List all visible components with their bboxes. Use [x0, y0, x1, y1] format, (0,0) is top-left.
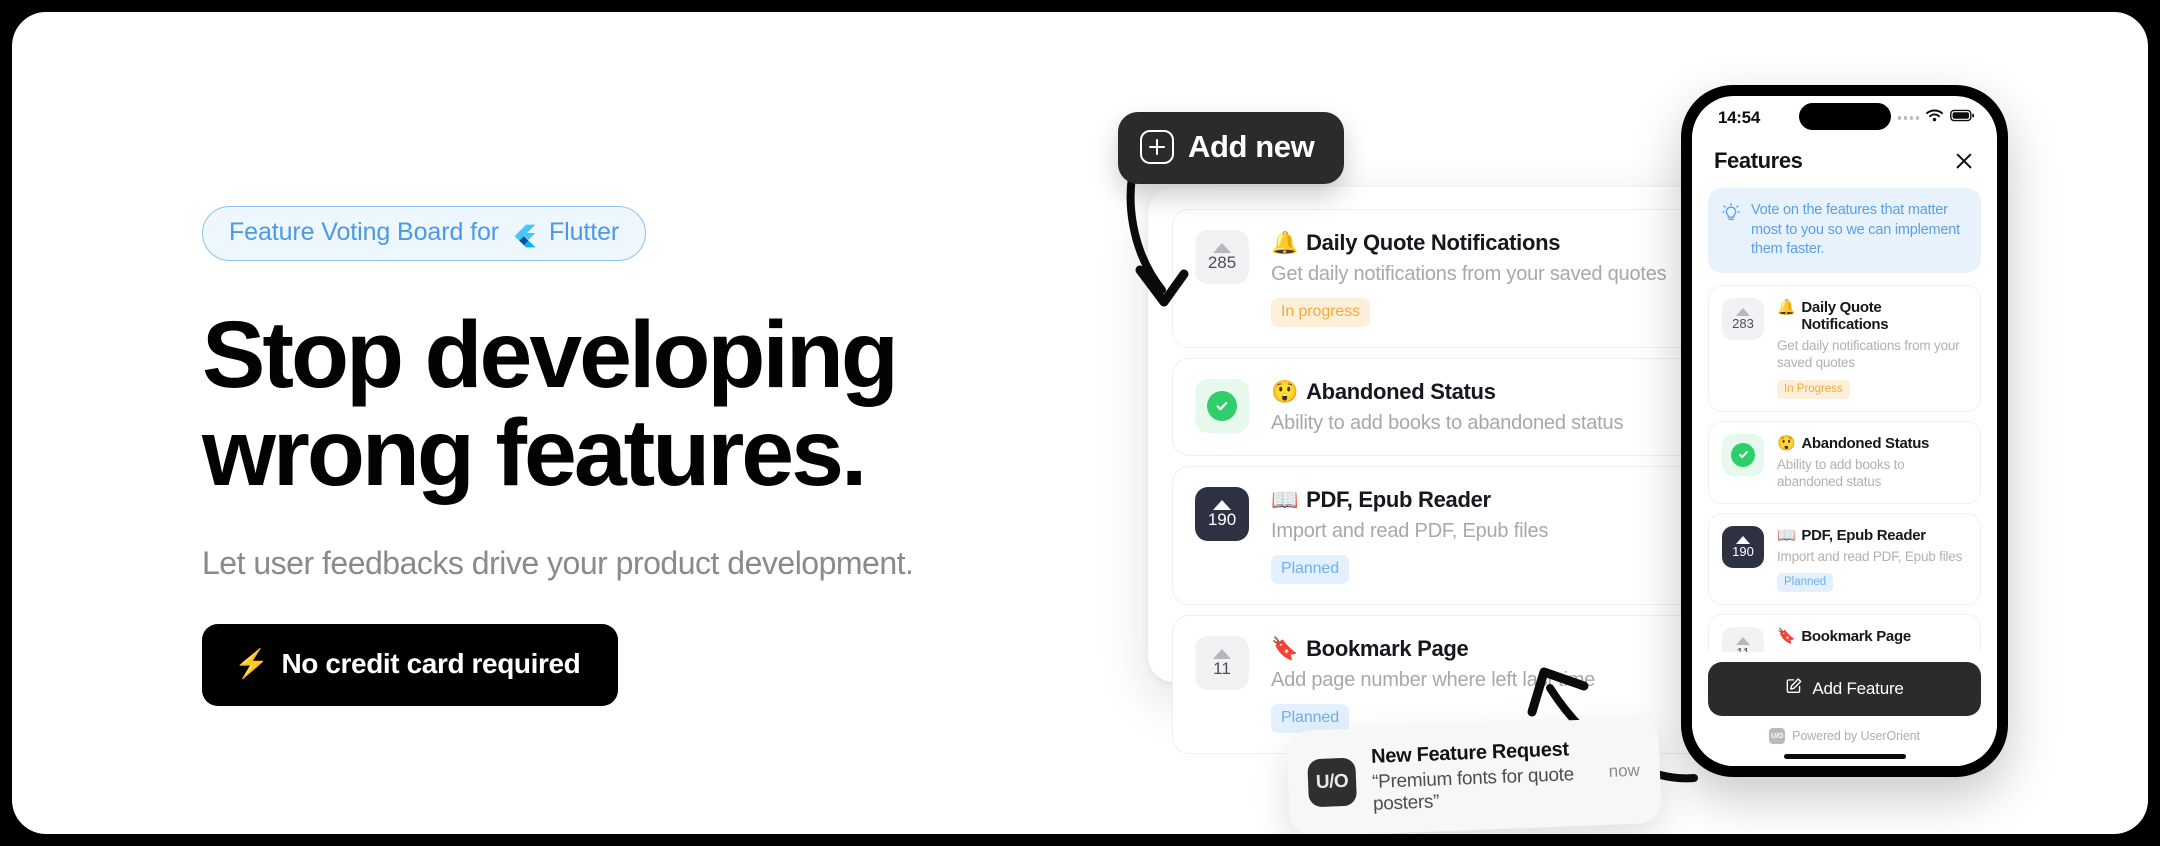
- status-bar: 14:54: [1692, 96, 1997, 140]
- check-icon: [1207, 391, 1237, 421]
- signal-dots-icon: [1897, 116, 1919, 120]
- phone-header: Features: [1692, 140, 1997, 188]
- page-title: Stop developing wrong features.: [202, 302, 899, 506]
- feature-title-row: 🔖 Bookmark Page: [1777, 627, 1967, 645]
- upvote-triangle-icon: [1736, 307, 1750, 316]
- feature-title: PDF, Epub Reader: [1306, 487, 1491, 512]
- userorient-logo-icon: U/O: [1769, 728, 1786, 744]
- phone-footer: Add Feature U/O Powered by UserOrient: [1692, 652, 1997, 766]
- add-new-label: Add new: [1188, 129, 1315, 164]
- powered-by: U/O Powered by UserOrient: [1708, 728, 1981, 744]
- notification-body: New Feature Request “Premium fonts for q…: [1371, 737, 1594, 815]
- info-banner-text: Vote on the features that matter most to…: [1751, 202, 1960, 258]
- home-indicator: [1783, 754, 1906, 759]
- feature-emoji-icon: 🔔: [1777, 298, 1796, 316]
- phone-mockup: 14:54 Features Vote on the features that…: [1681, 85, 2008, 777]
- bolt-icon: ⚡: [234, 647, 269, 679]
- add-feature-button[interactable]: Add Feature: [1708, 662, 1981, 716]
- feature-emoji-icon: 🔖: [1271, 636, 1299, 661]
- flutter-logo-icon: [511, 223, 537, 249]
- feature-emoji-icon: 🔔: [1271, 230, 1299, 255]
- status-badge: Planned: [1271, 555, 1350, 584]
- upvote-triangle-icon: [1213, 649, 1231, 659]
- pencil-square-icon: [1785, 677, 1803, 700]
- phone-title: Features: [1714, 148, 1803, 173]
- feature-title-row: 📖 PDF, Epub Reader: [1777, 526, 1967, 544]
- list-item[interactable]: 😲 Abandoned Status Ability to add books …: [1708, 420, 1981, 504]
- feature-emoji-icon: 🔖: [1777, 628, 1796, 646]
- feature-description: Import and read PDF, Epub files: [1777, 548, 1963, 564]
- feature-emoji-icon: 📖: [1777, 526, 1796, 544]
- feature-title: Daily Quote Notifications: [1801, 298, 1889, 333]
- page-subtitle: Let user feedbacks drive your product de…: [202, 544, 914, 581]
- feature-title: Daily Quote Notifications: [1306, 230, 1561, 255]
- upvote-triangle-icon: [1736, 535, 1750, 544]
- product-badge-text-after: Flutter: [549, 218, 620, 246]
- notification-time: now: [1608, 760, 1641, 781]
- app-icon: U/O: [1307, 757, 1358, 808]
- vote-button[interactable]: 190: [1195, 487, 1249, 541]
- vote-count: 283: [1732, 315, 1754, 331]
- vote-button[interactable]: [1722, 433, 1764, 476]
- hero-visual: Add new 285 🔔 Daily Quote Notifications …: [1092, 12, 2148, 834]
- status-badge: In progress: [1271, 298, 1370, 327]
- phone-feature-list[interactable]: 283 🔔 Daily Quote Notifications Get dail…: [1692, 273, 1997, 652]
- vote-count: 190: [1732, 543, 1754, 559]
- feature-title: Bookmark Page: [1306, 636, 1469, 661]
- feature-description: Ability to add books to abandoned status: [1777, 456, 1905, 490]
- dynamic-island: [1798, 103, 1891, 130]
- phone-screen: 14:54 Features Vote on the features that…: [1692, 96, 1997, 766]
- status-badge: Planned: [1777, 573, 1834, 593]
- feature-content: 🔖 Bookmark Page Add page number where le…: [1777, 627, 1967, 652]
- notification-message: “Premium fonts for quote posters”: [1371, 764, 1575, 815]
- feature-title-row: 🔔 Daily Quote Notifications: [1777, 298, 1967, 333]
- feature-content: 🔔 Daily Quote Notifications Get daily no…: [1777, 298, 1967, 399]
- no-credit-card-button-label: No credit card required: [281, 647, 581, 679]
- list-item[interactable]: 190 📖 PDF, Epub Reader Import and read P…: [1708, 512, 1981, 606]
- product-badge: Feature Voting Board for Flutter: [202, 206, 647, 261]
- add-new-callout[interactable]: Add new: [1118, 112, 1345, 184]
- feature-content: 😲 Abandoned Status Ability to add books …: [1777, 434, 1967, 491]
- feature-emoji-icon: 😲: [1777, 434, 1796, 452]
- feature-title-row: 😲 Abandoned Status: [1777, 434, 1967, 452]
- status-bar-indicators: [1897, 109, 1976, 127]
- wifi-icon: [1926, 109, 1943, 127]
- vote-button[interactable]: 190: [1722, 525, 1764, 568]
- product-badge-text-before: Feature Voting Board for: [229, 218, 499, 246]
- battery-icon: [1950, 109, 1975, 127]
- list-item[interactable]: 11 🔖 Bookmark Page Add page number where…: [1708, 614, 1981, 652]
- feature-title: Abandoned Status: [1801, 434, 1930, 452]
- upvote-triangle-icon: [1213, 500, 1231, 510]
- notification-toast[interactable]: U/O New Feature Request “Premium fonts f…: [1286, 716, 1662, 834]
- feature-emoji-icon: 📖: [1271, 487, 1299, 512]
- vote-button[interactable]: 283: [1722, 297, 1764, 340]
- feature-content: 📖 PDF, Epub Reader Import and read PDF, …: [1777, 526, 1967, 593]
- lightbulb-icon: [1721, 203, 1741, 228]
- page-root: Feature Voting Board for Flutter Stop de…: [0, 0, 2160, 846]
- close-icon[interactable]: [1953, 150, 1975, 172]
- plus-square-icon: [1140, 130, 1174, 164]
- add-feature-button-label: Add Feature: [1812, 678, 1904, 698]
- info-banner: Vote on the features that matter most to…: [1708, 188, 1981, 273]
- feature-title: Abandoned Status: [1306, 379, 1496, 404]
- hero-copy: Feature Voting Board for Flutter Stop de…: [202, 206, 1082, 706]
- feature-description: Get daily notifications from your saved …: [1777, 337, 1960, 371]
- vote-count: 11: [1213, 659, 1231, 678]
- vote-count: 190: [1207, 510, 1237, 529]
- vote-button[interactable]: 11: [1722, 627, 1764, 652]
- vote-button[interactable]: [1195, 379, 1249, 433]
- status-badge: In Progress: [1777, 379, 1850, 399]
- check-icon: [1731, 442, 1755, 467]
- upvote-triangle-icon: [1736, 637, 1750, 646]
- feature-title: Bookmark Page: [1801, 628, 1911, 646]
- no-credit-card-button[interactable]: ⚡ No credit card required: [202, 623, 619, 706]
- vote-button[interactable]: 11: [1195, 636, 1249, 690]
- status-bar-time: 14:54: [1718, 108, 1760, 127]
- powered-by-label: Powered by UserOrient: [1792, 729, 1920, 743]
- hero-card: Feature Voting Board for Flutter Stop de…: [12, 12, 2148, 834]
- feature-emoji-icon: 😲: [1271, 379, 1299, 404]
- feature-title: PDF, Epub Reader: [1801, 526, 1926, 544]
- list-item[interactable]: 283 🔔 Daily Quote Notifications Get dail…: [1708, 284, 1981, 412]
